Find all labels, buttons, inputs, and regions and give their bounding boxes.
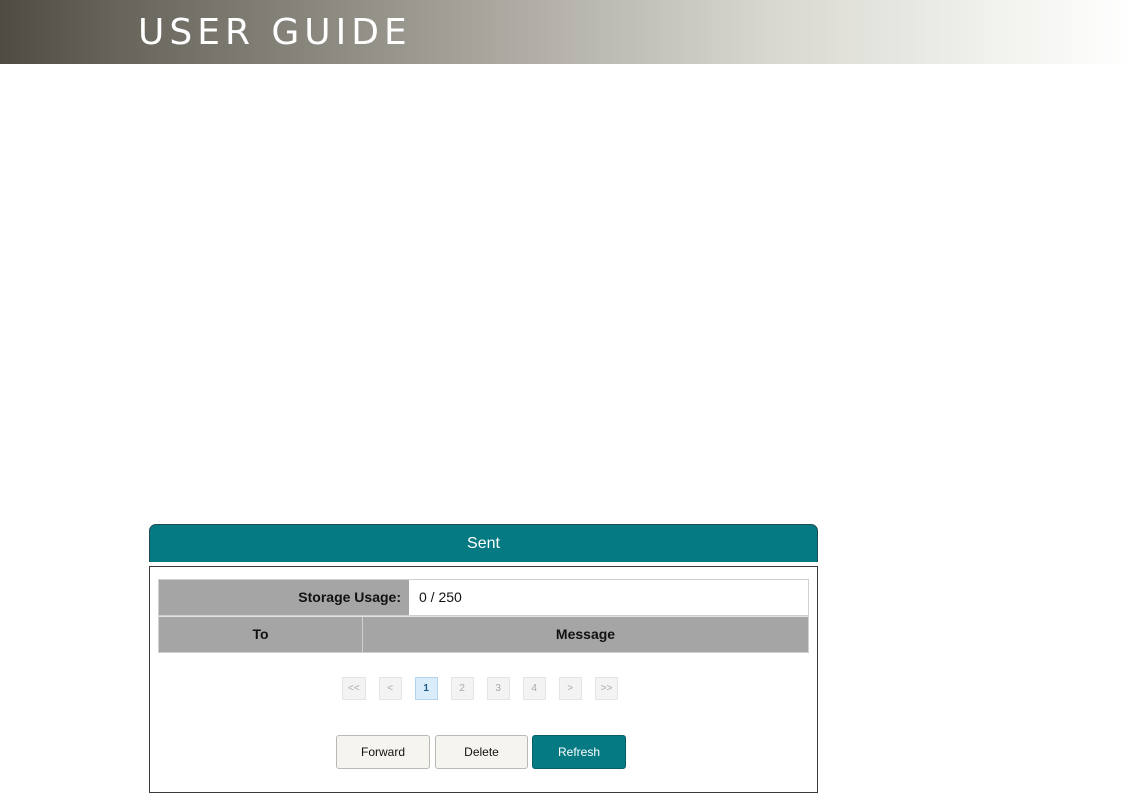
first-page-button[interactable]: << [342,677,366,700]
storage-usage-row: Storage Usage: 0 / 250 [158,579,809,616]
forward-button[interactable]: Forward [336,735,430,769]
page-2-button[interactable]: 2 [450,677,474,700]
message-table-header: To Message [158,616,809,653]
refresh-button[interactable]: Refresh [532,735,626,769]
panel-title: Sent [149,524,818,562]
banner-title: USER GUIDE [138,12,412,53]
page-3-button[interactable]: 3 [486,677,510,700]
storage-usage-label: Storage Usage: [159,580,409,615]
pagination: << < 1 2 3 4 > >> [342,677,619,700]
delete-button[interactable]: Delete [435,735,528,769]
page-4-button[interactable]: 4 [522,677,546,700]
sent-panel: Storage Usage: 0 / 250 To Message << < 1… [149,566,818,793]
last-page-button[interactable]: >> [594,677,619,700]
column-header-message: Message [555,626,616,642]
storage-usage-value: 0 / 250 [409,580,808,615]
page-1-button[interactable]: 1 [414,677,438,700]
user-guide-banner: USER GUIDE [0,0,1134,64]
next-page-button[interactable]: > [558,677,582,700]
column-header-to: To [159,617,363,652]
prev-page-button[interactable]: < [378,677,402,700]
